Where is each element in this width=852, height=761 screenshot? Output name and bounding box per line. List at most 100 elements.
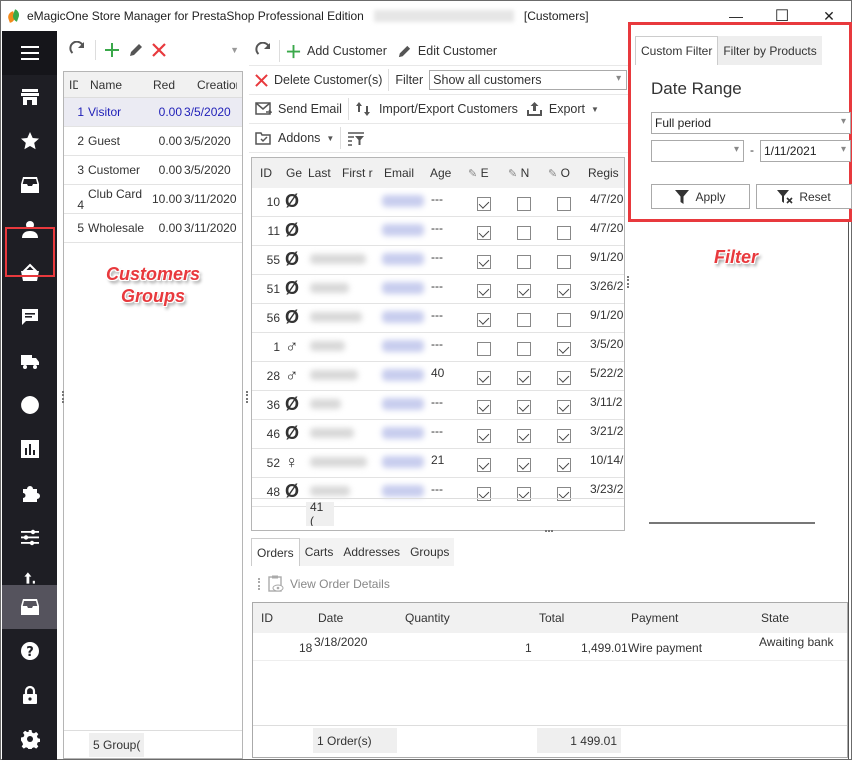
customer-row[interactable]: 11 Ø --- 4/7/20: [252, 217, 624, 246]
customer-row[interactable]: 46 Ø --- 3/21/2: [252, 420, 624, 449]
tab-orders[interactable]: Orders: [251, 538, 300, 566]
col-header-name[interactable]: Name: [78, 78, 138, 92]
checkbox-n[interactable]: [517, 400, 531, 414]
tab-custom-filter[interactable]: Custom Filter: [635, 36, 719, 65]
view-order-details-button[interactable]: View Order Details: [268, 575, 390, 593]
apply-filter-button[interactable]: Apply: [651, 184, 750, 209]
checkbox-o[interactable]: [557, 226, 571, 240]
edit-group-button[interactable]: [128, 42, 144, 58]
sidebar-item-inventory[interactable]: [2, 163, 57, 207]
send-email-button[interactable]: Send Email: [255, 101, 342, 117]
group-row[interactable]: 5 Wholesale 0.00 3/11/2020: [64, 214, 242, 243]
customer-row[interactable]: 36 Ø --- 3/11/2: [252, 391, 624, 420]
checkbox-e[interactable]: [477, 371, 491, 385]
col-header-date[interactable]: Date: [318, 611, 343, 625]
sidebar-item-preferences[interactable]: [2, 515, 57, 559]
add-customer-button[interactable]: Add Customer: [286, 44, 387, 59]
col-header-newsletter[interactable]: ✎ N: [504, 166, 544, 180]
col-header-order-id[interactable]: ID: [261, 611, 273, 625]
column-filter-button[interactable]: [347, 131, 365, 146]
sidebar-item-storage[interactable]: [2, 585, 57, 629]
col-header-state[interactable]: State: [761, 611, 789, 625]
col-header-registered[interactable]: Regis: [584, 166, 624, 180]
splitter-handle[interactable]: [627, 276, 630, 288]
checkbox-o[interactable]: [557, 255, 571, 269]
delete-group-button[interactable]: [152, 43, 166, 57]
checkbox-n[interactable]: [517, 197, 531, 211]
delete-customer-button[interactable]: Delete Customer(s): [255, 73, 382, 87]
edit-customer-button[interactable]: Edit Customer: [397, 44, 497, 59]
group-row[interactable]: 1 Visitor 0.00 3/5/2020: [64, 98, 242, 127]
checkbox-o[interactable]: [557, 284, 571, 298]
checkbox-o[interactable]: [557, 197, 571, 211]
checkbox-e[interactable]: [477, 458, 491, 472]
col-header-id[interactable]: ID: [64, 78, 78, 92]
col-header-gender[interactable]: Ge: [282, 166, 304, 180]
checkbox-o[interactable]: [557, 313, 571, 327]
checkbox-e[interactable]: [477, 284, 491, 298]
tab-addresses[interactable]: Addresses: [338, 538, 406, 566]
checkbox-n[interactable]: [517, 313, 531, 327]
checkbox-e[interactable]: [477, 342, 491, 356]
sidebar-item-security[interactable]: [2, 673, 57, 717]
export-button[interactable]: Export ▼: [526, 101, 599, 117]
customer-filter-select[interactable]: Show all customers: [429, 70, 628, 90]
period-select[interactable]: Full period: [651, 112, 851, 134]
group-row[interactable]: 3 Customer 0.00 3/5/2020: [64, 156, 242, 185]
splitter-handle[interactable]: [246, 391, 249, 403]
checkbox-e[interactable]: [477, 226, 491, 240]
tab-groups[interactable]: Groups: [405, 538, 455, 566]
group-row[interactable]: 4 Club Card 10.00 3/11/2020: [64, 185, 242, 214]
col-header-age[interactable]: Age: [426, 166, 464, 180]
col-header-quantity[interactable]: Quantity: [405, 611, 450, 625]
sidebar-item-settings[interactable]: [2, 717, 57, 761]
addons-button[interactable]: Addons ▼: [255, 131, 334, 146]
checkbox-n[interactable]: [517, 255, 531, 269]
checkbox-n[interactable]: [517, 429, 531, 443]
sidebar-item-favorites[interactable]: [2, 119, 57, 163]
checkbox-o[interactable]: [557, 342, 571, 356]
col-header-reduction[interactable]: Red: [138, 78, 187, 92]
refresh-groups-button[interactable]: [69, 41, 87, 59]
col-header-total[interactable]: Total: [539, 611, 564, 625]
add-group-button[interactable]: [104, 42, 120, 58]
date-from-picker[interactable]: [651, 140, 744, 162]
checkbox-o[interactable]: [557, 458, 571, 472]
groups-toolbar-dropdown[interactable]: ▼: [230, 45, 239, 55]
tab-filter-by-products[interactable]: Filter by Products: [718, 36, 822, 65]
customer-row[interactable]: 56 Ø --- 9/1/20: [252, 304, 624, 333]
customer-row[interactable]: 28 ♂ 40 5/22/2: [252, 362, 624, 391]
checkbox-e[interactable]: [477, 429, 491, 443]
sidebar-item-reports[interactable]: [2, 427, 57, 471]
date-to-picker[interactable]: 1/11/2021: [760, 140, 851, 162]
checkbox-o[interactable]: [557, 400, 571, 414]
group-row[interactable]: 2 Guest 0.00 3/5/2020: [64, 127, 242, 156]
customer-row[interactable]: 10 Ø --- 4/7/20: [252, 188, 624, 217]
splitter-handle[interactable]: [545, 530, 553, 533]
sidebar-item-localization[interactable]: [2, 383, 57, 427]
sidebar-item-shipping[interactable]: [2, 339, 57, 383]
customer-row[interactable]: 55 Ø --- 9/1/20: [252, 246, 624, 275]
col-header-email-opt[interactable]: ✎ E: [464, 166, 504, 180]
sidebar-item-addons[interactable]: [2, 471, 57, 515]
checkbox-n[interactable]: [517, 284, 531, 298]
tab-carts[interactable]: Carts: [299, 538, 339, 566]
checkbox-e[interactable]: [477, 400, 491, 414]
col-header-optin[interactable]: ✎ O: [544, 166, 584, 180]
checkbox-e[interactable]: [477, 197, 491, 211]
checkbox-e[interactable]: [477, 255, 491, 269]
checkbox-n[interactable]: [517, 371, 531, 385]
customer-row[interactable]: 52 ♀ 21 10/14/: [252, 449, 624, 478]
order-row[interactable]: 18 3/18/2020 1 1,499.01 Wire payment Awa…: [253, 633, 847, 661]
reset-filter-button[interactable]: Reset: [756, 184, 852, 209]
filter-panel-scrollbar[interactable]: [649, 522, 815, 524]
col-header-creation[interactable]: Creation: [187, 78, 237, 92]
sidebar-item-help[interactable]: ?: [2, 629, 57, 673]
checkbox-n[interactable]: [517, 226, 531, 240]
col-header-first-name[interactable]: First r: [338, 166, 380, 180]
import-export-button[interactable]: Import/Export Customers: [355, 101, 518, 117]
col-header-last-name[interactable]: Last: [304, 166, 338, 180]
checkbox-o[interactable]: [557, 371, 571, 385]
col-header-email[interactable]: Email: [380, 166, 426, 180]
customer-row[interactable]: 51 Ø --- 3/26/2: [252, 275, 624, 304]
